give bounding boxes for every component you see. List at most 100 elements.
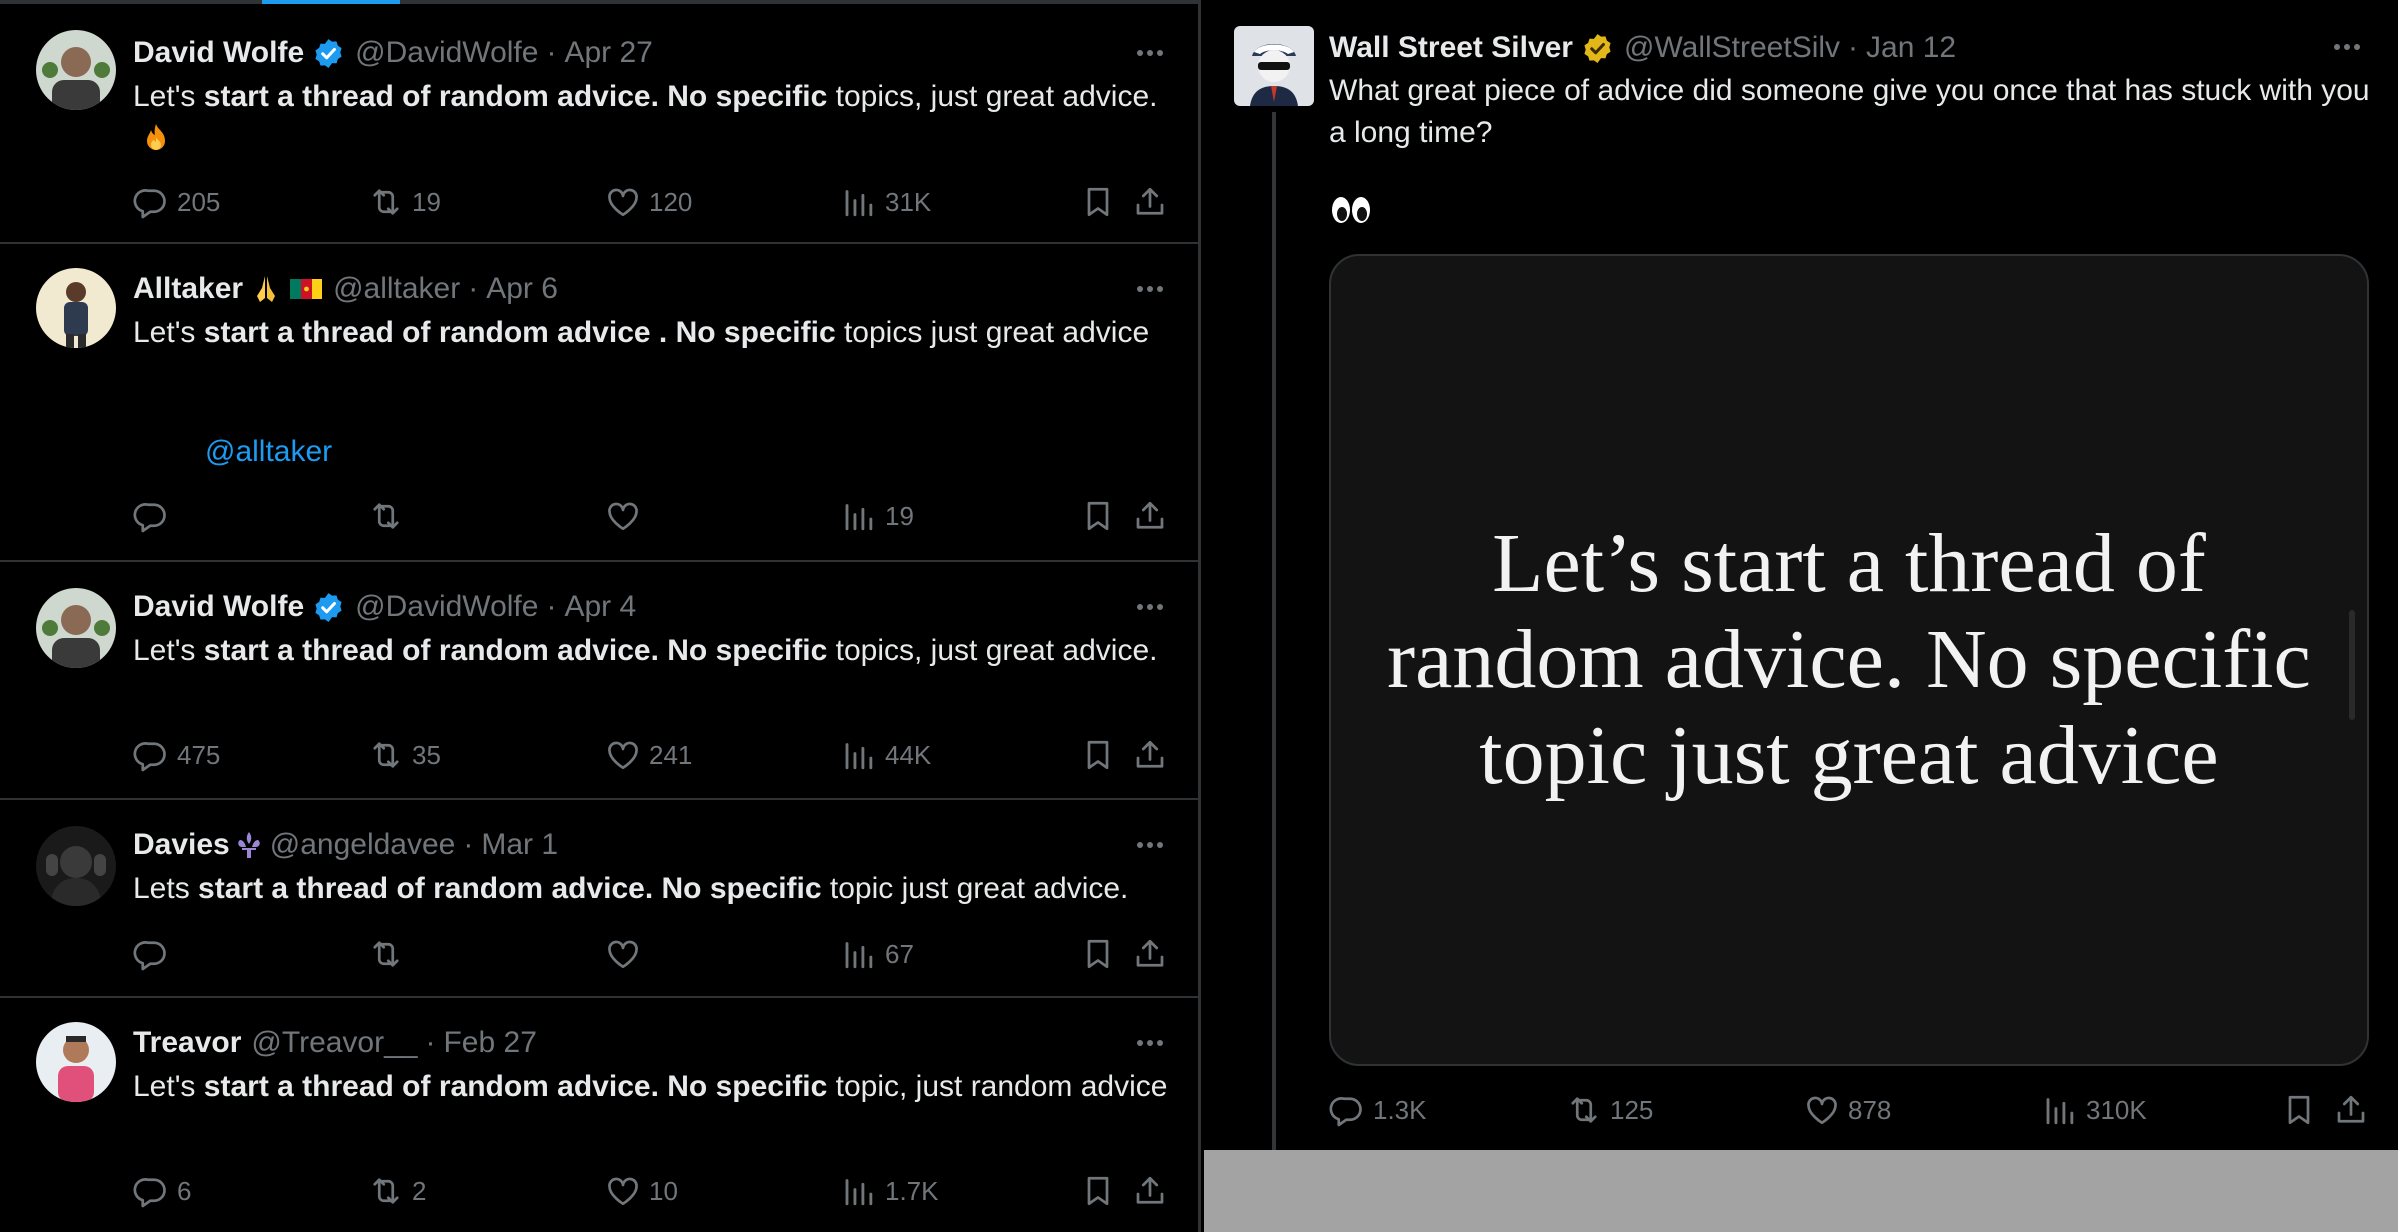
reply-button[interactable] — [133, 934, 177, 974]
avatar[interactable] — [36, 1022, 116, 1102]
display-name[interactable]: Alltaker — [133, 272, 243, 306]
avatar[interactable] — [1234, 26, 1314, 106]
views-count: 1.7K — [885, 1175, 939, 1206]
repost-button[interactable] — [368, 496, 412, 536]
verified-gold-badge-icon[interactable] — [1581, 32, 1614, 65]
like-button[interactable]: 10 — [605, 1171, 678, 1211]
mention-link[interactable]: @alltaker — [205, 435, 332, 469]
share-icon[interactable] — [1132, 934, 1168, 974]
verified-badge-icon[interactable] — [312, 591, 345, 624]
views-button[interactable]: 1.7K — [841, 1171, 939, 1211]
share-icon[interactable] — [1132, 1171, 1168, 1211]
tweet-date[interactable]: Feb 27 — [443, 1026, 536, 1060]
repost-button[interactable]: 35 — [368, 735, 441, 775]
user-handle[interactable]: @Treavor__ — [251, 1026, 417, 1060]
tweet-david-wolfe-apr27[interactable]: David Wolfe @DavidWolfe · Apr 27 Let's s… — [0, 4, 1198, 244]
avatar[interactable] — [36, 268, 116, 348]
display-name[interactable]: David Wolfe — [133, 36, 304, 70]
views-button[interactable]: 31K — [841, 182, 931, 222]
share-icon[interactable] — [1132, 182, 1168, 222]
avatar[interactable] — [36, 30, 116, 110]
like-count: 10 — [649, 1175, 678, 1206]
views-button[interactable]: 44K — [841, 735, 931, 775]
display-name[interactable]: Davies — [133, 828, 230, 862]
display-name[interactable]: Treavor — [133, 1026, 241, 1060]
text-part: Let's — [133, 1070, 204, 1103]
views-count: 31K — [885, 186, 932, 217]
tweet-david-wolfe-apr4[interactable]: David Wolfe @DavidWolfe · Apr 4 Let's st… — [0, 562, 1198, 800]
bookmark-icon[interactable] — [1080, 496, 1116, 536]
separator: · — [463, 828, 474, 861]
empty-area — [1204, 1150, 2398, 1232]
tweet-text: Let's start a thread of random advice. N… — [133, 77, 1173, 157]
tweet-date[interactable]: Mar 1 — [481, 828, 558, 862]
tweet-actions: 1.3K 125 878 310K — [1329, 1090, 2379, 1130]
user-handle[interactable]: @DavidWolfe — [355, 36, 538, 70]
share-icon[interactable] — [1132, 496, 1168, 536]
user-handle[interactable]: @angeldavee — [270, 828, 456, 862]
separator: · — [468, 272, 479, 305]
like-button[interactable]: 120 — [605, 182, 692, 222]
tweet-date[interactable]: Apr 4 — [564, 590, 636, 624]
repost-button[interactable]: 2 — [368, 1171, 426, 1211]
repost-count: 125 — [1610, 1094, 1654, 1125]
tweet-davies-mar1[interactable]: Davies @angeldavee · Mar 1 Lets start a … — [0, 800, 1198, 998]
more-icon[interactable] — [1130, 38, 1170, 68]
avatar[interactable] — [36, 826, 116, 906]
reply-button[interactable]: 205 — [133, 182, 220, 222]
tweet-image[interactable]: Let’s start a thread of random advice. N… — [1329, 254, 2369, 1066]
fleur-de-lis-emoji — [232, 828, 266, 862]
reply-button[interactable] — [133, 496, 177, 536]
bookmark-icon[interactable] — [1080, 182, 1116, 222]
more-icon[interactable] — [1130, 274, 1170, 304]
display-name[interactable]: Wall Street Silver — [1329, 31, 1573, 65]
image-text: Let’s start a thread of random advice. N… — [1387, 517, 2311, 802]
repost-button[interactable] — [368, 934, 412, 974]
repost-button[interactable]: 125 — [1566, 1090, 1653, 1130]
bookmark-icon[interactable] — [2281, 1090, 2317, 1130]
verified-badge-icon[interactable] — [312, 37, 345, 70]
user-handle[interactable]: @WallStreetSilv — [1624, 31, 1840, 65]
tweet-treavor-feb27[interactable]: Treavor @Treavor__ · Feb 27 Let's start … — [0, 998, 1198, 1232]
like-button[interactable] — [605, 496, 649, 536]
tweet-actions: 19 — [133, 496, 1173, 536]
views-button[interactable]: 67 — [841, 934, 914, 974]
like-button[interactable]: 241 — [605, 735, 692, 775]
like-button[interactable]: 878 — [1804, 1090, 1891, 1130]
reply-button[interactable]: 475 — [133, 735, 220, 775]
share-icon[interactable] — [2333, 1090, 2369, 1130]
more-icon[interactable] — [1130, 592, 1170, 622]
share-icon[interactable] — [1132, 735, 1168, 775]
more-icon[interactable] — [1130, 830, 1170, 860]
text-part: Lets — [133, 872, 199, 905]
reply-button[interactable]: 1.3K — [1329, 1090, 1427, 1130]
tweet-alltaker-apr6[interactable]: Alltaker @alltaker · Apr 6 Let's start a… — [0, 244, 1198, 562]
bookmark-icon[interactable] — [1080, 735, 1116, 775]
user-handle[interactable]: @alltaker — [333, 272, 460, 306]
tweet-date[interactable]: Apr 27 — [564, 36, 652, 70]
tweet-actions: 67 — [133, 934, 1173, 974]
user-handle[interactable]: @DavidWolfe — [355, 590, 538, 624]
cameroon-flag-emoji — [289, 272, 323, 306]
tweet-date[interactable]: Apr 6 — [486, 272, 558, 306]
reply-button[interactable]: 6 — [133, 1171, 191, 1211]
avatar[interactable] — [36, 588, 116, 668]
repost-button[interactable]: 19 — [368, 182, 441, 222]
repost-count: 19 — [412, 186, 441, 217]
bookmark-icon[interactable] — [1080, 1171, 1116, 1211]
bookmark-icon[interactable] — [1080, 934, 1116, 974]
like-count: 878 — [1848, 1094, 1892, 1125]
text-part: Let's — [133, 80, 204, 113]
text-part: Let's — [133, 634, 204, 667]
separator: · — [1848, 31, 1859, 64]
like-button[interactable] — [605, 934, 649, 974]
display-name[interactable]: David Wolfe — [133, 590, 304, 624]
text-bold: start a thread of random advice. No spec… — [203, 634, 828, 667]
text-part: Let's — [133, 316, 204, 349]
more-icon[interactable] — [2327, 32, 2367, 62]
tweet-date[interactable]: Jan 12 — [1866, 31, 1956, 65]
views-button[interactable]: 19 — [841, 496, 914, 536]
views-button[interactable]: 310K — [2042, 1090, 2147, 1130]
more-icon[interactable] — [1130, 1028, 1170, 1058]
scrollbar[interactable] — [2349, 610, 2355, 720]
